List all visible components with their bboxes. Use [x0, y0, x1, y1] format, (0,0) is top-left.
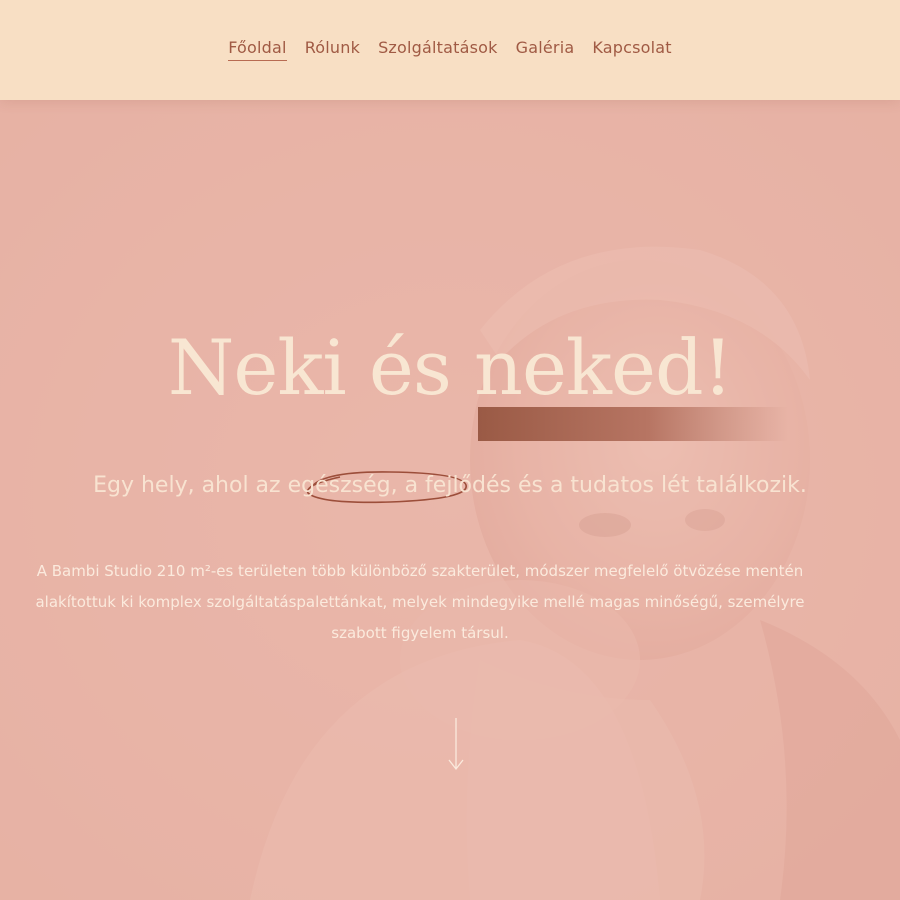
hero-section: Neki és neked! Egy hely, ahol az egészsé… [0, 100, 900, 900]
site-header: Főoldal Rólunk Szolgáltatások Galéria Ka… [0, 0, 900, 100]
arrow-down-icon[interactable] [446, 716, 466, 772]
main-nav: Főoldal Rólunk Szolgáltatások Galéria Ka… [0, 38, 900, 61]
page: Főoldal Rólunk Szolgáltatások Galéria Ka… [0, 0, 900, 900]
nav-item-szolgaltatasok[interactable]: Szolgáltatások [378, 38, 498, 61]
hero-subtitle: Egy hely, ahol az egészség, a fejlődés é… [93, 473, 807, 498]
nav-item-fooldal[interactable]: Főoldal [228, 38, 287, 61]
nav-item-galeria[interactable]: Galéria [516, 38, 575, 61]
nav-item-kapcsolat[interactable]: Kapcsolat [592, 38, 671, 61]
headline-wrap: Neki és neked! [0, 330, 900, 406]
hero-headline: Neki és neked! [167, 323, 733, 412]
nav-item-rolunk[interactable]: Rólunk [305, 38, 360, 61]
hero-description: A Bambi Studio 210 m²-es területen több … [35, 562, 805, 642]
